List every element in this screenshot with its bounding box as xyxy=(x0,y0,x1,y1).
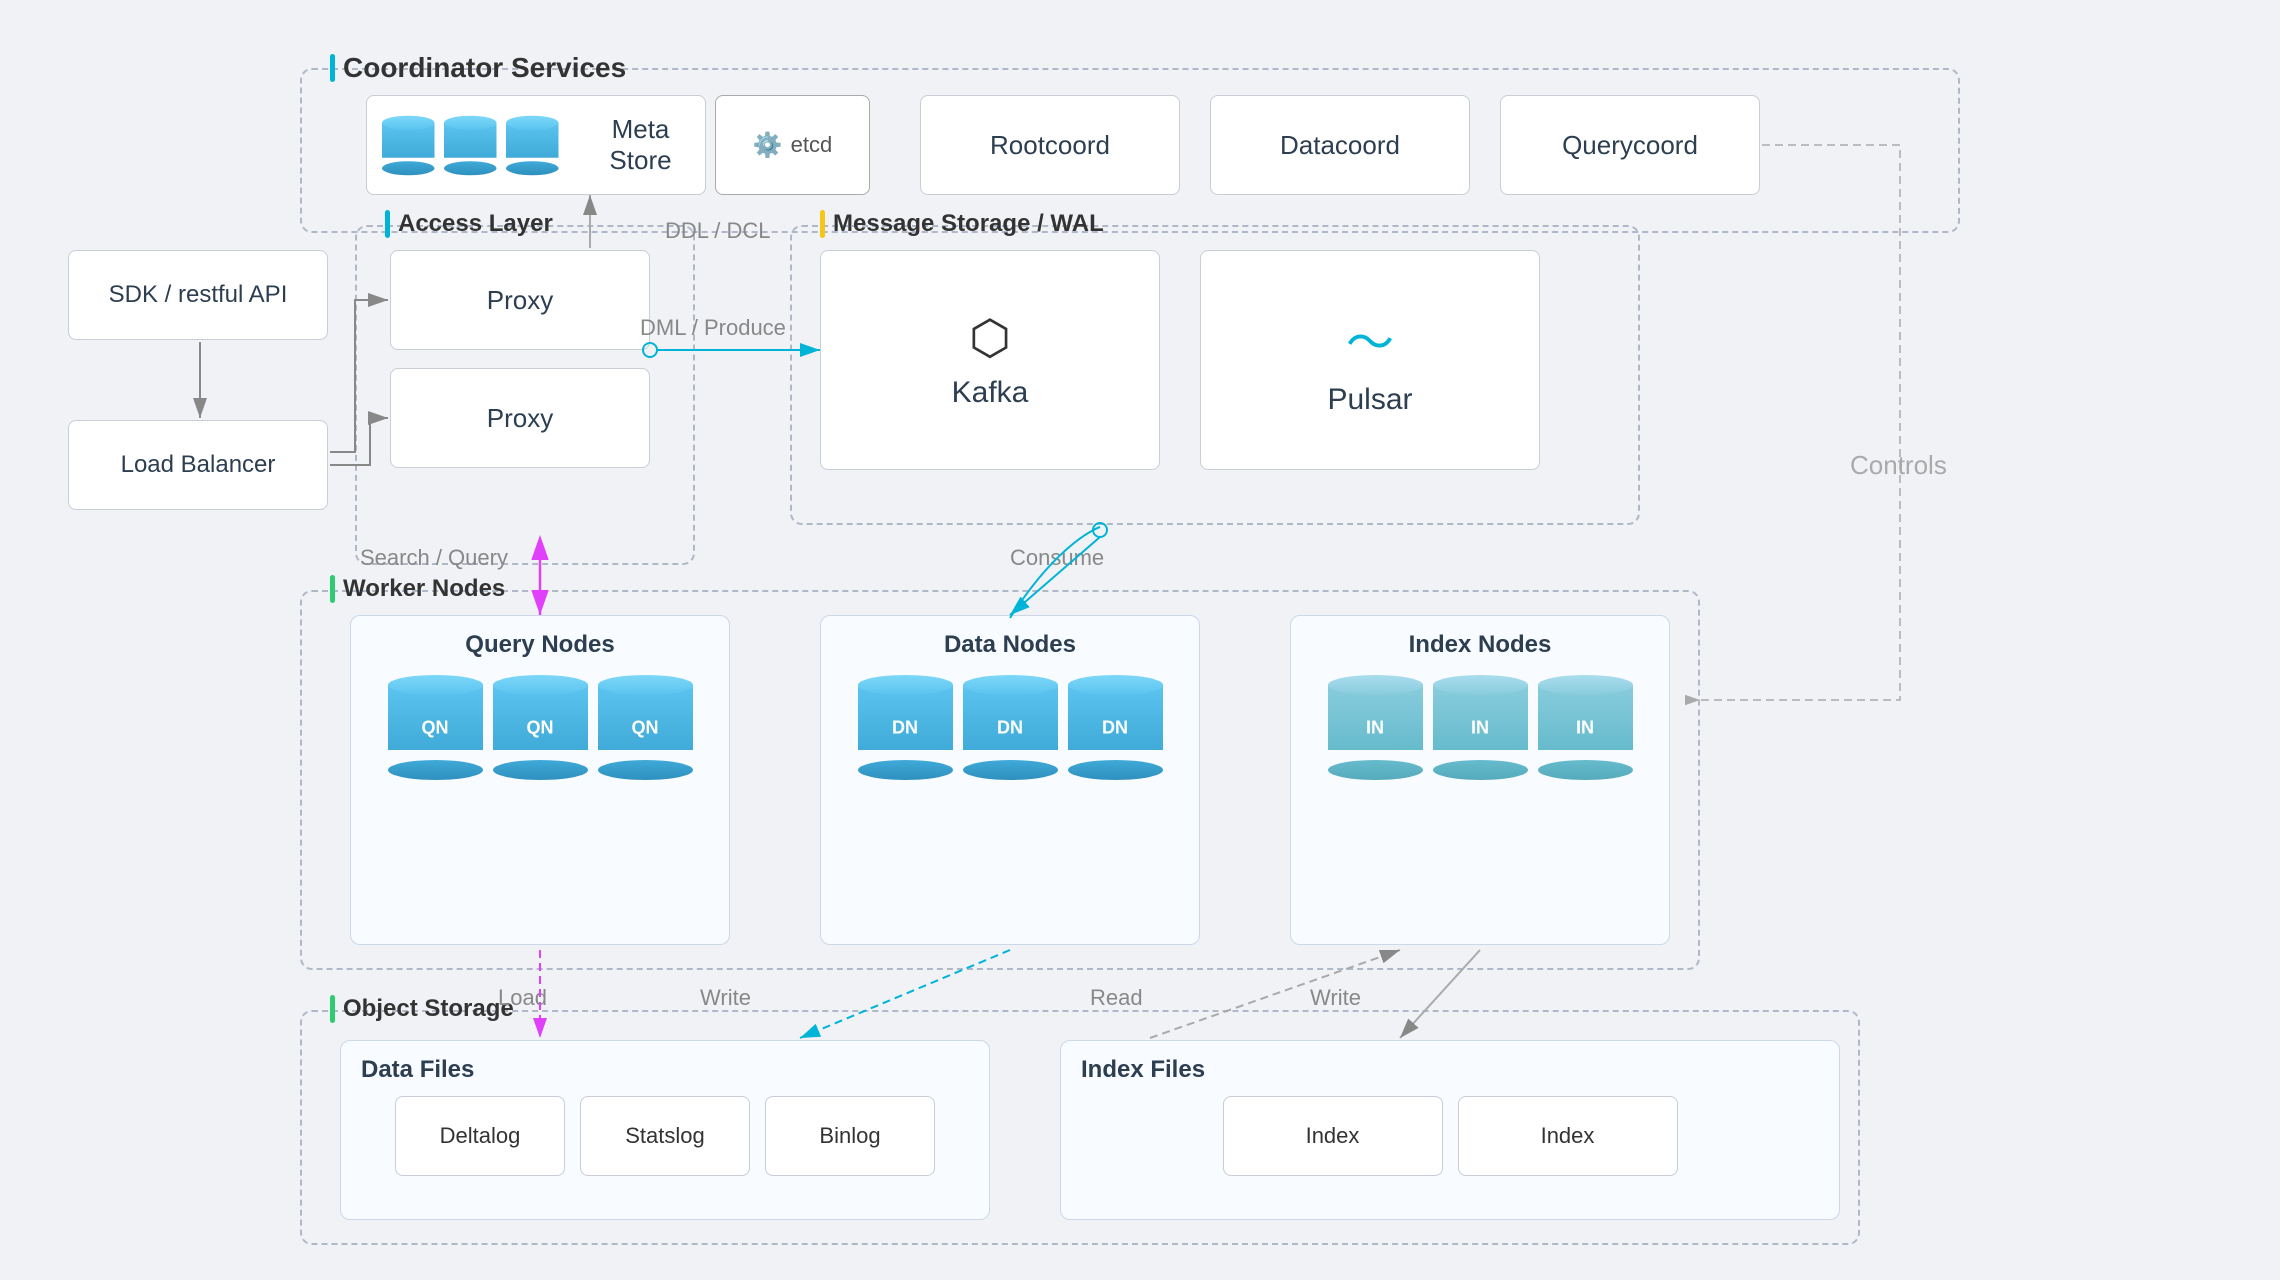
data-files-group: Data Files Deltalog Statslog Binlog xyxy=(340,1040,990,1220)
consume-label: Consume xyxy=(1010,545,1104,571)
deltalog-label: Deltalog xyxy=(440,1123,521,1149)
index1-label: Index xyxy=(1306,1123,1360,1149)
data-nodes-group: Data Nodes DN DN DN xyxy=(820,615,1200,945)
statslog-box: Statslog xyxy=(580,1096,750,1176)
index-files-group: Index Files Index Index xyxy=(1060,1040,1840,1220)
binlog-label: Binlog xyxy=(819,1123,880,1149)
deltalog-box: Deltalog xyxy=(395,1096,565,1176)
read-label: Read xyxy=(1090,985,1143,1011)
search-query-label: Search / Query xyxy=(360,545,508,571)
pulsar-label: Pulsar xyxy=(1327,383,1412,417)
ddl-dcl-label: DDL / DCL xyxy=(665,218,771,244)
write-index-label: Write xyxy=(1310,985,1361,1011)
datacoord-box: Datacoord xyxy=(1210,95,1470,195)
data-files-title: Data Files xyxy=(361,1056,969,1084)
message-storage-title: Message Storage / WAL xyxy=(820,210,1104,238)
query-nodes-title: Query Nodes xyxy=(465,631,614,659)
load-balancer-box: Load Balancer xyxy=(68,420,328,510)
proxy1-box: Proxy xyxy=(390,250,650,350)
querycoord-label: Querycoord xyxy=(1562,130,1698,161)
load-label: Load xyxy=(498,985,547,1011)
proxy2-label: Proxy xyxy=(487,403,553,434)
access-layer-title: Access Layer xyxy=(385,210,553,238)
binlog-box: Binlog xyxy=(765,1096,935,1176)
kafka-label: Kafka xyxy=(952,376,1029,410)
write-data-label: Write xyxy=(700,985,751,1011)
index-nodes-title: Index Nodes xyxy=(1409,631,1552,659)
datacoord-label: Datacoord xyxy=(1280,130,1400,161)
sdk-label: SDK / restful API xyxy=(109,281,288,309)
sdk-box: SDK / restful API xyxy=(68,250,328,340)
index-nodes-group: Index Nodes IN IN IN xyxy=(1290,615,1670,945)
coordinator-title: Coordinator Services xyxy=(330,52,626,84)
diagram-container: Coordinator Services Meta Store ⚙️ etcd … xyxy=(0,0,2280,1280)
load-balancer-label: Load Balancer xyxy=(121,451,276,479)
index2-box: Index xyxy=(1458,1096,1678,1176)
data-nodes-title: Data Nodes xyxy=(944,631,1076,659)
rootcoord-box: Rootcoord xyxy=(920,95,1180,195)
worker-nodes-title: Worker Nodes xyxy=(330,575,505,603)
querycoord-box: Querycoord xyxy=(1500,95,1760,195)
index2-label: Index xyxy=(1541,1123,1595,1149)
etcd-label: etcd xyxy=(791,132,833,158)
query-nodes-group: Query Nodes QN QN QN xyxy=(350,615,730,945)
meta-store-box: Meta Store xyxy=(366,95,706,195)
index-files-title: Index Files xyxy=(1081,1056,1819,1084)
object-storage-title: Object Storage xyxy=(330,995,514,1023)
dml-produce-label: DML / Produce xyxy=(640,315,786,341)
proxy1-label: Proxy xyxy=(487,285,553,316)
pulsar-box: 〜 Pulsar xyxy=(1200,250,1540,470)
controls-label: Controls xyxy=(1850,450,1947,481)
statslog-label: Statslog xyxy=(625,1123,705,1149)
etcd-box: ⚙️ etcd xyxy=(715,95,870,195)
index1-box: Index xyxy=(1223,1096,1443,1176)
kafka-box: ⬡ Kafka xyxy=(820,250,1160,470)
rootcoord-label: Rootcoord xyxy=(990,130,1110,161)
meta-store-label: Meta Store xyxy=(591,114,690,176)
proxy2-box: Proxy xyxy=(390,368,650,468)
